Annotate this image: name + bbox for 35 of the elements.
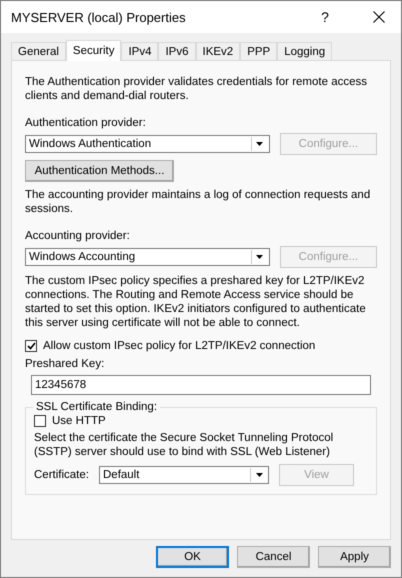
- description-text: The custom IPsec policy specifies a preshared key for L2TP/IKEv2 connections. The Routing and Remote Access service should be started to set this option. IKEv2 initiators configured to authenticate this server using certificate will not be able to connect.: [25, 274, 367, 330]
- field-label: Preshared Key:: [25, 357, 104, 371]
- description-text: The accounting provider maintains a log of connection requests and sessions.: [25, 188, 372, 216]
- dropdown[interactable]: Default: [99, 466, 269, 484]
- checkmark-icon: [26, 342, 36, 350]
- tab[interactable]: Security: [66, 40, 122, 61]
- dropdown-arrow-icon[interactable]: [256, 473, 262, 477]
- checkbox[interactable]: [34, 415, 46, 427]
- preshared-key-field[interactable]: 12345678: [31, 375, 371, 395]
- close-icon[interactable]: [373, 11, 385, 23]
- tab[interactable]: PPP: [240, 42, 278, 60]
- dropdown-arrow-icon[interactable]: [256, 255, 264, 259]
- dialog-button[interactable]: OK: [156, 546, 229, 568]
- checkbox-label: Allow custom IPsec policy for L2TP/IKEv2 connection: [43, 340, 316, 352]
- tab[interactable]: General: [11, 42, 66, 60]
- description-text: Select the certificate the Secure Socket Tunneling Protocol (SSTP) server should use to bind with SSL (Web Listener): [34, 431, 334, 459]
- tab[interactable]: IPv4: [121, 42, 158, 60]
- description-text: The Authentication provider validates credentials for remote access clients and demand-dial routers.: [25, 75, 368, 103]
- dropdown[interactable]: Windows Authentication: [25, 135, 270, 153]
- dialog-button[interactable]: Cancel: [237, 546, 310, 568]
- field-label: Accounting provider:: [25, 229, 130, 243]
- help-button[interactable]: ?: [305, 9, 345, 25]
- field-label: Authentication provider:: [25, 116, 146, 130]
- dropdown-arrow-icon[interactable]: [256, 142, 264, 146]
- field-label: Certificate:: [34, 469, 89, 481]
- checkbox-label: Use HTTP: [52, 415, 106, 427]
- window-title: MYSERVER (local) Properties: [11, 10, 187, 24]
- tab[interactable]: IPv6: [158, 42, 196, 60]
- tab[interactable]: IKEv2: [196, 42, 240, 60]
- tab[interactable]: Logging: [277, 42, 332, 60]
- group-title: SSL Certificate Binding:: [35, 401, 158, 413]
- authentication-methods-button[interactable]: Authentication Methods...: [25, 160, 174, 182]
- dialog-button[interactable]: Apply: [318, 546, 391, 568]
- dropdown[interactable]: Windows Accounting: [25, 248, 270, 266]
- checkbox[interactable]: [25, 340, 37, 352]
